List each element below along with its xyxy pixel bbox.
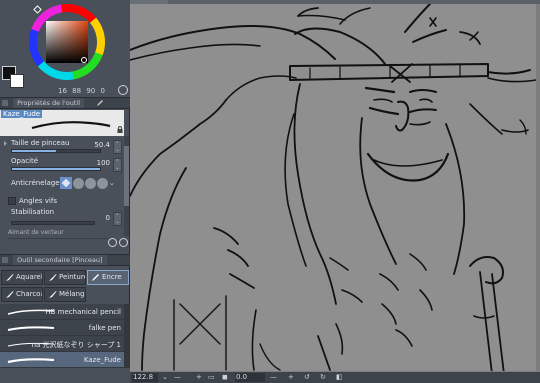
color-value-h: 16: [58, 87, 67, 95]
sharp-angles-checkbox[interactable]: [8, 196, 16, 205]
grip-icon[interactable]: [2, 100, 8, 106]
stabilization-label: Stabilisation: [11, 208, 55, 216]
tab-aquarelle[interactable]: Aquarelle: [1, 270, 43, 285]
brush-icon: [49, 274, 57, 281]
stroke-preview: [7, 358, 55, 364]
charcoal-icon: [6, 291, 14, 298]
sharp-angles-label: Angles vifs: [19, 197, 57, 205]
color-wheel-panel: 16 88 90 0: [0, 0, 130, 97]
antialias-row: Anticrénelage ⌄: [0, 174, 124, 192]
color-swatches[interactable]: [2, 66, 28, 92]
actual-size-icon[interactable]: ◼: [222, 373, 228, 382]
reset-rotation-icon[interactable]: ↺: [304, 373, 310, 382]
tab-sub-tool[interactable]: Outil secondaire [Pinceau]: [13, 255, 107, 265]
tab-label: Encre: [102, 273, 122, 281]
left-panel-footer: [0, 368, 130, 383]
stabilization-slider[interactable]: [11, 221, 95, 225]
vector-magnet-label: Aimant de vecteur: [8, 229, 64, 236]
drawing-canvas[interactable]: [130, 4, 536, 374]
tab-melange[interactable]: Mélange: [44, 287, 86, 302]
zoom-menu-icon[interactable]: ⌄: [162, 373, 168, 382]
stabilization-row: Stabilisation 0 ⌃ ⌄: [0, 207, 124, 226]
canvas-area[interactable]: [130, 0, 540, 383]
list-item[interactable]: HB mechanical pencil: [0, 304, 124, 320]
tab-label: Mélange: [59, 290, 86, 298]
sub-tool-header: Outil secondaire [Pinceau]: [0, 254, 130, 266]
pen-icon[interactable]: [96, 99, 104, 107]
brush-size-slider[interactable]: [11, 149, 101, 153]
pen-icon: [92, 274, 99, 281]
brush-preview: Kaze_Fude: [0, 110, 124, 136]
opacity-value[interactable]: 100: [97, 159, 110, 167]
reset-icon[interactable]: [108, 238, 117, 247]
zoom-in-icon[interactable]: +: [196, 373, 202, 382]
sub-color-swatch[interactable]: [10, 74, 24, 88]
sub-tool-groups: Aquarelle Peinture Encre Charcoal Mélang…: [0, 268, 130, 304]
tab-label: Peinture: [59, 273, 86, 281]
color-settings-icon[interactable]: [118, 85, 128, 95]
canvas-vertical-scrollbar[interactable]: [536, 4, 540, 372]
stabilization-spinner[interactable]: ⌃ ⌄: [113, 212, 122, 226]
rotation-field[interactable]: 0.0: [235, 373, 265, 382]
list-item-active[interactable]: Kaze_Fude: [0, 352, 124, 368]
brush-size-spinner[interactable]: ⌃ ⌄: [113, 140, 122, 154]
brush-size-label: Taille de pinceau: [11, 139, 70, 147]
blend-icon: [49, 291, 57, 298]
antialias-medium-option[interactable]: [85, 177, 96, 189]
rotate-right-icon[interactable]: +: [288, 373, 294, 382]
stabilization-value[interactable]: 0: [106, 214, 110, 222]
tool-property-header: Propriétés de l'outil: [0, 97, 130, 109]
fit-icon[interactable]: ▭: [208, 373, 215, 382]
brush-name: falke pen: [88, 324, 121, 332]
color-wheel[interactable]: [28, 3, 106, 81]
opacity-spinner[interactable]: ⌃ ⌄: [113, 158, 122, 172]
sharp-angles-row: Angles vifs: [8, 196, 57, 205]
list-item[interactable]: na 光沢紙なぞり シャープ 1: [0, 336, 124, 352]
tool-property-scrollbar[interactable]: [124, 136, 129, 236]
opacity-row: Opacité 100 ⌃ ⌄: [0, 156, 124, 174]
tab-charcoal[interactable]: Charcoal: [1, 287, 43, 302]
brush-size-row: Taille de pinceau 50.4 ⌃ ⌄: [0, 138, 124, 156]
tab-tool-property[interactable]: Propriétés de l'outil: [13, 98, 85, 108]
flip-horizontal-icon[interactable]: ◧: [336, 373, 343, 382]
brush-name: HB mechanical pencil: [45, 308, 121, 316]
brush-name: na 光沢紙なぞり シャープ 1: [31, 341, 121, 349]
color-value-v: 90: [86, 87, 96, 95]
expand-icon[interactable]: [3, 141, 8, 146]
tab-encre[interactable]: Encre: [87, 270, 129, 285]
brush-list: HB mechanical pencil falke pen na 光沢紙なぞり…: [0, 304, 130, 368]
antialias-strong-option[interactable]: [97, 177, 108, 189]
zoom-out-icon[interactable]: —: [174, 373, 181, 382]
opacity-label: Opacité: [11, 157, 39, 165]
flip-icon[interactable]: ↻: [320, 373, 326, 382]
antialias-none-option[interactable]: [60, 177, 72, 189]
vector-magnet-row: Aimant de vecteur: [8, 229, 108, 239]
zoom-level-field[interactable]: 122.8: [132, 373, 158, 382]
brush-stroke-preview: [31, 121, 111, 130]
rotate-left-icon[interactable]: —: [270, 373, 277, 382]
list-item[interactable]: falke pen: [0, 320, 124, 336]
antialias-label: Anticrénelage: [11, 179, 60, 187]
lock-icon[interactable]: [117, 126, 123, 133]
left-panel: 16 88 90 0 Propriétés de l'outil Kaze_Fu…: [0, 0, 130, 383]
tool-property-footer: [106, 238, 128, 247]
color-value-a: 0: [100, 87, 105, 95]
canvas-status-bar: 122.8 ⌄ — + ▭ ◼ 0.0 — + ↺ ↻ ◧: [130, 372, 540, 383]
brush-size-value[interactable]: 50.4: [94, 141, 110, 149]
wrench-icon[interactable]: [119, 238, 128, 247]
color-value-s: 88: [72, 87, 82, 95]
antialias-weak-option[interactable]: [73, 177, 84, 189]
stroke-preview: [7, 326, 55, 331]
opacity-slider[interactable]: [11, 167, 101, 171]
tab-peinture[interactable]: Peinture: [44, 270, 86, 285]
tab-label: Charcoal: [16, 290, 42, 298]
antialias-options: ⌄: [60, 177, 115, 189]
brush-icon: [6, 274, 14, 281]
grip-icon[interactable]: [2, 257, 8, 263]
chevron-down-icon[interactable]: ⌄: [109, 179, 115, 187]
brush-name: Kaze_Fude: [83, 356, 121, 364]
tab-label: Aquarelle: [16, 273, 43, 281]
color-values: 16 88 90 0: [58, 87, 108, 95]
tool-property-panel: Kaze_Fude Taille de pinceau 50.4 ⌃ ⌄ Opac…: [0, 110, 130, 253]
